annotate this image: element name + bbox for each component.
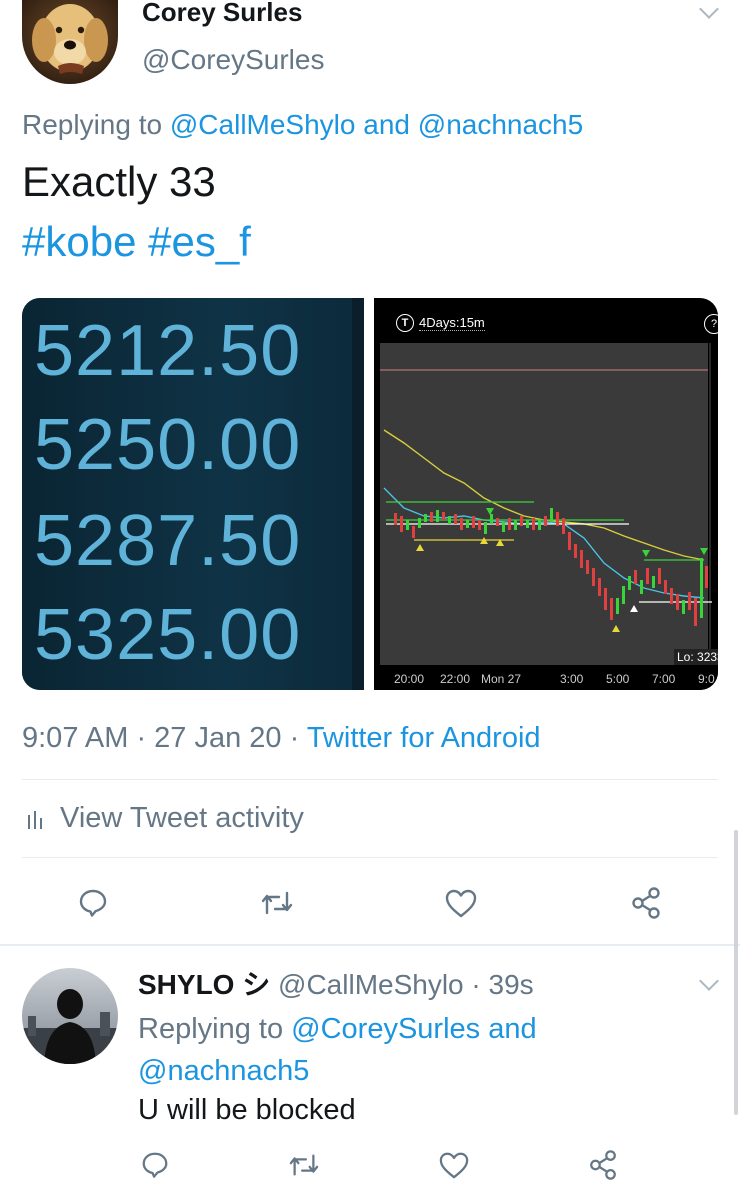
chart-x-tick: 9:0 (698, 672, 715, 686)
chart-timeframe-bar: T 4Days:15m (396, 314, 485, 332)
reply-time[interactable]: 39s (489, 969, 534, 1000)
reply-retweet-button[interactable] (284, 1145, 324, 1185)
retweet-icon (261, 891, 293, 915)
retweet-icon (289, 1154, 319, 1176)
reply-icon (79, 889, 107, 917)
author-handle[interactable]: @CoreySurles (142, 44, 324, 76)
media-image-prices[interactable]: 5212.50 5250.00 5287.50 5325.00 (22, 298, 364, 690)
reply-text: U will be blocked (138, 1094, 356, 1126)
share-icon (590, 1150, 616, 1180)
view-tweet-activity-label: View Tweet activity (60, 802, 304, 834)
reply-user-link[interactable]: @CoreySurles (291, 1013, 480, 1045)
tweet-timestamp-line: 9:07 AM · 27 Jan 20 · Twitter for Androi… (22, 722, 541, 755)
price-cell-column (352, 298, 364, 690)
chart-logo-letter: T (401, 317, 409, 329)
hashtag-line: #kobe #es_f (22, 218, 251, 266)
author-avatar[interactable] (22, 0, 118, 84)
like-icon (439, 1152, 469, 1179)
scrollbar[interactable] (734, 830, 738, 1115)
media-image-chart[interactable]: T 4Days:15m ? Lo: 3233 20:00 22:00 Mon 2… (374, 298, 718, 690)
reply-reply-button[interactable] (135, 1145, 175, 1185)
chevron-down-icon[interactable] (699, 0, 719, 19)
reply-icon (142, 1152, 168, 1178)
reply-replying-to: Replying to @CoreySurles and @nachnach5 (138, 1008, 698, 1092)
chart-help-icon: ? (704, 314, 718, 334)
chart-logo-icon: T (396, 314, 414, 332)
reply-author-name[interactable]: SHYLO シ (138, 969, 270, 1000)
view-tweet-activity[interactable]: View Tweet activity (22, 802, 304, 835)
price-value: 5250.00 (34, 405, 302, 485)
like-icon (445, 889, 477, 918)
price-value: 5325.00 (34, 595, 302, 675)
share-button[interactable] (626, 883, 666, 923)
chart-x-tick: 20:00 (394, 672, 425, 686)
like-button[interactable] (441, 883, 481, 923)
chart-x-tick: Mon 27 (481, 672, 522, 686)
share-icon (632, 887, 660, 919)
retweet-button[interactable] (257, 883, 297, 923)
author-name[interactable]: Corey Surles (142, 0, 302, 28)
bar-chart-icon (22, 807, 48, 831)
replying-prefix: Replying to (138, 1013, 292, 1045)
tweet-timestamp[interactable]: 9:07 AM · 27 Jan 20 · (22, 722, 307, 754)
chart-svg (380, 343, 718, 690)
reply-author-handle[interactable]: @CallMeShylo (278, 969, 464, 1000)
replying-prefix: Replying to (22, 109, 170, 140)
reply-share-button[interactable] (583, 1145, 623, 1185)
tweet-text: Exactly 33 (22, 158, 216, 205)
chart-timeframe: 4Days:15m (419, 315, 485, 331)
reply-button[interactable] (73, 883, 113, 923)
chevron-down-icon[interactable] (699, 971, 719, 991)
reply-user-link[interactable]: @nachnach5 (138, 1055, 309, 1087)
tweet-source-link[interactable]: Twitter for Android (307, 722, 541, 754)
price-value: 5212.50 (34, 311, 302, 391)
chart-x-tick: 5:00 (606, 672, 630, 686)
reply-author-avatar[interactable] (22, 968, 118, 1064)
reply-user-link[interactable]: @CallMeShylo (170, 109, 356, 140)
divider (22, 857, 718, 858)
chart-x-tick: 3:00 (560, 672, 584, 686)
reply-like-button[interactable] (434, 1145, 474, 1185)
reply-header: SHYLO シ @CallMeShylo · 39s (138, 963, 534, 1003)
reply-and: and (355, 109, 418, 140)
hashtag-link[interactable]: #kobe (22, 218, 136, 265)
divider (22, 779, 718, 780)
section-divider (0, 944, 740, 946)
reply-user-link[interactable]: @nachnach5 (418, 109, 583, 140)
replying-to-line: Replying to @CallMeShylo and @nachnach5 (22, 109, 583, 141)
chart-help-glyph: ? (710, 318, 718, 330)
chart-x-tick: 22:00 (440, 672, 471, 686)
chart-lo-label: Lo: 3233 (674, 649, 718, 665)
price-value: 5287.50 (34, 501, 302, 581)
hashtag-link[interactable]: #es_f (148, 218, 251, 265)
reply-time-separator: · (463, 969, 489, 1000)
reply-and: and (480, 1013, 537, 1045)
chart-x-tick: 7:00 (652, 672, 676, 686)
